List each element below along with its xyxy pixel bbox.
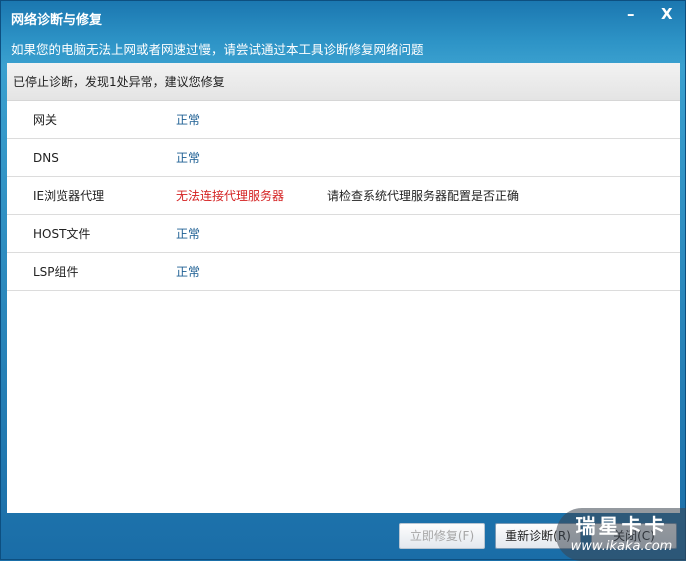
item-name: 网关 bbox=[33, 113, 58, 127]
table-row: DNS 正常 bbox=[7, 139, 680, 177]
item-name: DNS bbox=[33, 151, 59, 165]
item-result: 正常 bbox=[176, 265, 201, 279]
item-result: 正常 bbox=[176, 227, 201, 241]
status-bar: 已停止诊断，发现1处异常，建议您修复 bbox=[7, 63, 680, 101]
minimize-button[interactable]: – bbox=[627, 5, 635, 23]
item-name: IE浏览器代理 bbox=[33, 189, 105, 203]
table-row: HOST文件 正常 bbox=[7, 215, 680, 253]
close-window-button[interactable]: X bbox=[661, 5, 673, 23]
item-result: 无法连接代理服务器 bbox=[176, 189, 285, 203]
network-diagnosis-window: 网络诊断与修复 – X 如果您的电脑无法上网或者网速过慢，请尝试通过本工具诊断修… bbox=[0, 0, 686, 561]
subtitle: 如果您的电脑无法上网或者网速过慢，请尝试通过本工具诊断修复网络问题 bbox=[11, 42, 424, 57]
window-title: 网络诊断与修复 bbox=[11, 13, 103, 28]
results-panel: 已停止诊断，发现1处异常，建议您修复 网关 正常 DNS 正常 IE浏览器代理 无法连… bbox=[7, 63, 680, 513]
table-row: 网关 正常 bbox=[7, 101, 680, 139]
item-name: LSP组件 bbox=[33, 265, 79, 279]
footer: 立即修复(F) 重新诊断(R) 关闭(C) bbox=[1, 513, 686, 561]
item-result: 正常 bbox=[176, 151, 201, 165]
table-row: IE浏览器代理 无法连接代理服务器 请检查系统代理服务器配置是否正确 bbox=[7, 177, 680, 215]
close-button[interactable]: 关闭(C) bbox=[591, 523, 677, 549]
item-advice: 请检查系统代理服务器配置是否正确 bbox=[327, 189, 520, 203]
item-name: HOST文件 bbox=[33, 227, 91, 241]
table-row: LSP组件 正常 bbox=[7, 253, 680, 291]
item-result: 正常 bbox=[176, 113, 201, 127]
fix-now-button[interactable]: 立即修复(F) bbox=[399, 523, 485, 549]
rediagnose-button[interactable]: 重新诊断(R) bbox=[495, 523, 581, 549]
